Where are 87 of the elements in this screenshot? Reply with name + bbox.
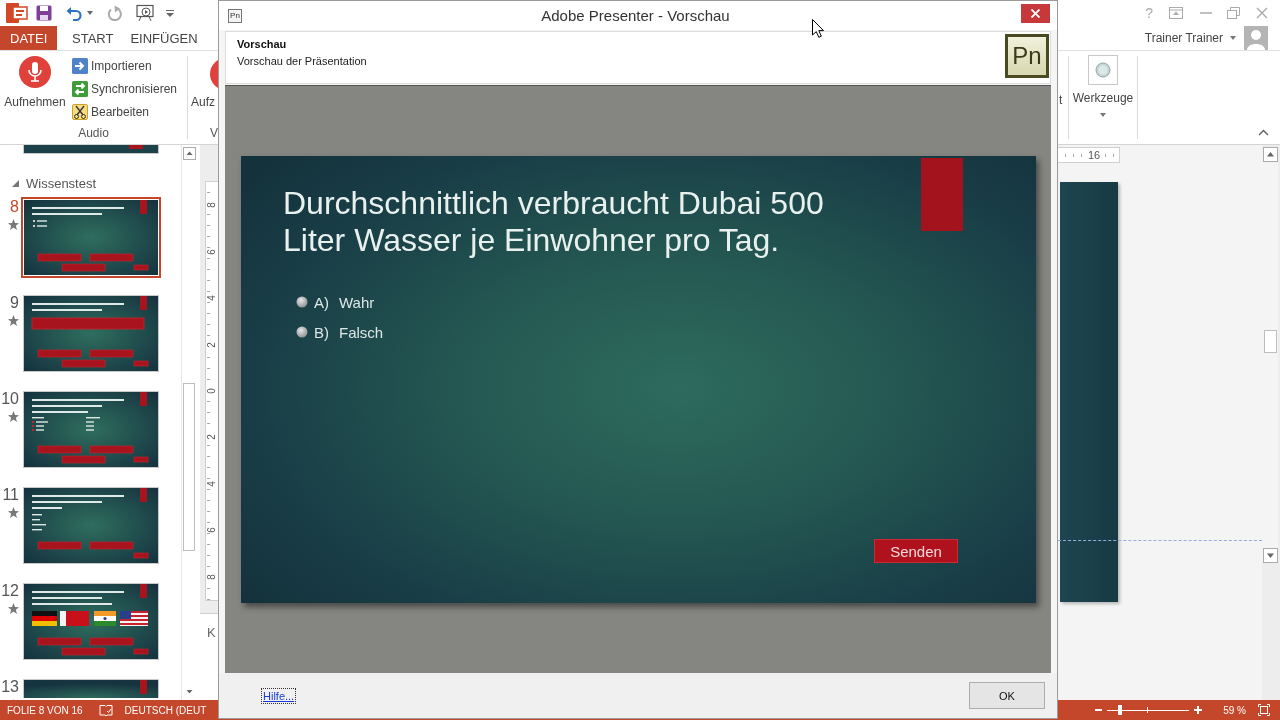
slide-number: 13: [1, 678, 19, 695]
ribbon-button[interactable]: Synchronisieren: [72, 77, 178, 100]
help-link[interactable]: Hilfe...: [261, 687, 297, 704]
ribbon-button[interactable]: Importieren: [72, 54, 178, 77]
star-icon: [8, 315, 19, 326]
scrollbar[interactable]: [181, 145, 196, 700]
ribbon-button[interactable]: t: [1059, 93, 1063, 107]
collapse-ribbon-icon[interactable]: [1258, 129, 1269, 136]
group-label: V: [210, 126, 218, 142]
question-text: Durchschnittlich verbraucht Dubai 500 Liter Wasser je Einwohner pro Tag.: [283, 185, 825, 259]
radio-button[interactable]: [296, 296, 308, 308]
slide-number: 8: [10, 198, 19, 215]
close-button[interactable]: [1021, 4, 1050, 23]
submit-button[interactable]: Senden: [874, 539, 958, 563]
tools-button[interactable]: Werkzeuge: [1069, 51, 1137, 121]
ruler-number: 6: [207, 527, 217, 534]
slide-number: 11: [2, 486, 19, 503]
zoom-percentage[interactable]: 59 %: [1223, 704, 1246, 716]
option-letter: A): [314, 293, 329, 311]
scrollbar[interactable]: [1262, 147, 1278, 563]
ruler-number: 2: [207, 341, 217, 348]
ruler-number: 2: [207, 434, 217, 441]
section-header[interactable]: Wissenstest: [12, 176, 180, 191]
presentation-icon[interactable]: [136, 4, 154, 22]
account-name[interactable]: Trainer Trainer: [1144, 31, 1223, 45]
star-icon: [8, 219, 19, 230]
scroll-up-icon[interactable]: [1262, 147, 1278, 162]
zoom-in-icon[interactable]: [1194, 706, 1203, 714]
language-indicator[interactable]: DEUTSCH (DEUT: [124, 704, 207, 716]
undo-icon[interactable]: [66, 5, 83, 21]
caret-icon: [1100, 113, 1106, 117]
header-title: Vorschau: [237, 37, 288, 52]
option-letter: B): [314, 323, 329, 341]
option-label[interactable]: Falsch: [339, 323, 384, 341]
caret-icon[interactable]: [1230, 36, 1236, 40]
slide-number: 9: [10, 294, 19, 311]
slide-thumbnail[interactable]: [21, 197, 161, 278]
option-label[interactable]: Wahr: [339, 293, 375, 311]
slide-thumbnail[interactable]: [21, 293, 161, 374]
record-button[interactable]: Aufnehmen: [0, 56, 70, 118]
window-title: Adobe Presenter - Vorschau: [540, 7, 731, 24]
ruler-number: 0: [207, 388, 217, 394]
radio-button[interactable]: [296, 326, 308, 338]
header-subtitle: Vorschau der Präsentation: [237, 54, 368, 69]
scissors-icon: [72, 103, 88, 120]
zoom-slider-thumb[interactable]: [1117, 705, 1122, 715]
close-icon: [1031, 9, 1040, 18]
ruler-number: 16: [1087, 149, 1102, 161]
ribbon-tab[interactable]: EINFÜGEN: [123, 26, 205, 50]
slide-thumbnail[interactable]: [21, 677, 161, 698]
proofing-icon[interactable]: [98, 703, 113, 717]
slide-thumbnail[interactable]: [21, 389, 161, 470]
notes-placeholder[interactable]: K: [207, 625, 216, 640]
slide-thumbnail[interactable]: [21, 145, 161, 155]
group-label: Audio: [78, 126, 109, 142]
ruler-number: 8: [207, 202, 217, 208]
caret-icon[interactable]: [87, 11, 93, 15]
scrollbar-thumb[interactable]: [183, 383, 195, 551]
ruler-number: 6: [207, 248, 217, 255]
ribbon-button[interactable]: Aufz: [191, 95, 215, 109]
slide-number: 12: [1, 582, 19, 599]
slide-thumbnail[interactable]: [21, 581, 161, 662]
ok-button[interactable]: OK: [969, 682, 1045, 709]
slide-counter[interactable]: FOLIE 8 VON 16: [7, 704, 83, 716]
expand-triangle-icon[interactable]: [12, 180, 19, 187]
customize-caret-icon[interactable]: [166, 9, 174, 17]
ribbon-tab[interactable]: DATEI: [0, 26, 57, 50]
presenter-logo: Pn: [1005, 34, 1049, 78]
presenter-logo: Pn: [228, 8, 242, 23]
fit-to-window-icon[interactable]: [1258, 704, 1270, 716]
ruler-number: 8: [207, 573, 217, 580]
ribbon-button[interactable]: Bearbeiten: [72, 100, 178, 123]
star-icon: [8, 603, 19, 614]
ruler-number: 4: [207, 295, 217, 301]
slide-number: 10: [1, 390, 19, 407]
save-icon[interactable]: [36, 5, 52, 21]
scroll-up-icon[interactable]: [182, 147, 196, 160]
app-logo-icon[interactable]: [6, 3, 28, 23]
ruler-number: 4: [207, 481, 217, 487]
microphone-icon: [19, 56, 51, 88]
star-icon: [8, 411, 19, 422]
star-icon: [8, 507, 19, 518]
sync-icon: [72, 80, 88, 97]
ribbon-tab[interactable]: START: [65, 26, 121, 50]
slide-thumbnail[interactable]: [21, 485, 161, 566]
scroll-down-icon[interactable]: [1262, 548, 1278, 563]
scrollbar-thumb[interactable]: [1263, 330, 1277, 353]
